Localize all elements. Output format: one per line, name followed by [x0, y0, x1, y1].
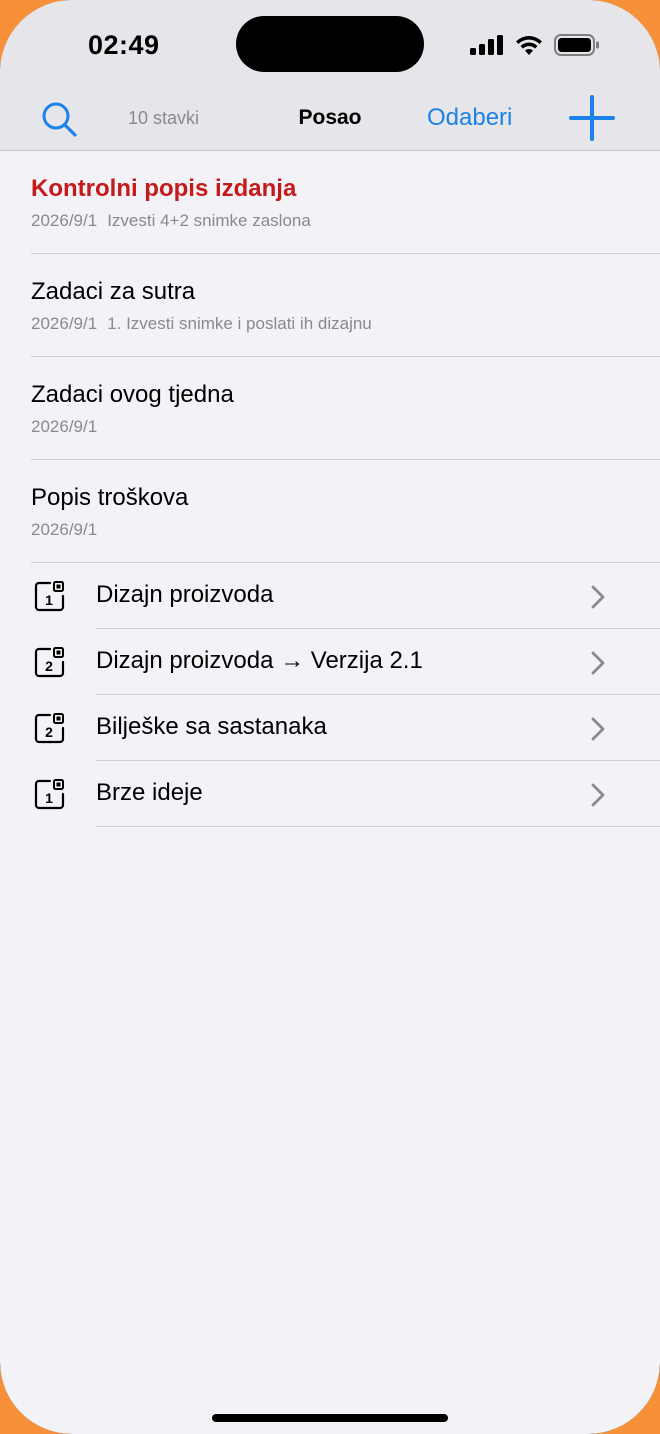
- chevron-right-icon: [591, 783, 605, 807]
- note-title: Zadaci za sutra: [31, 278, 196, 305]
- note-meta: 2026/9/1: [31, 417, 107, 437]
- note-list: Kontrolni popis izdanja 2026/9/1 Izvesti …: [0, 151, 660, 563]
- folder-item[interactable]: 2 Bilješke sa sastanaka: [0, 695, 660, 761]
- note-item[interactable]: Popis troškova 2026/9/1: [0, 460, 660, 563]
- note-item[interactable]: Kontrolni popis izdanja 2026/9/1 Izvesti …: [0, 151, 660, 254]
- status-bar: 02:49: [0, 0, 660, 90]
- note-date: 2026/9/1: [31, 211, 98, 230]
- note-date: 2026/9/1: [31, 520, 98, 539]
- folder-badge-icon: 2: [34, 647, 65, 678]
- app-screen: 02:49 10 stavki Posao Odaberi Kontrolni …: [0, 0, 660, 1434]
- wifi-icon: [516, 36, 542, 55]
- folder-item[interactable]: 1 Brze ideje: [0, 761, 660, 827]
- divider: [96, 826, 660, 827]
- folder-label: Bilješke sa sastanaka: [96, 713, 327, 740]
- note-date: 2026/9/1: [31, 417, 98, 436]
- phone-frame: 02:49 10 stavki Posao Odaberi Kontrolni …: [0, 0, 660, 1434]
- folder-badge-number: 2: [45, 724, 53, 740]
- note-item[interactable]: Zadaci za sutra 2026/9/1 1. Izvesti snimk…: [0, 254, 660, 357]
- folder-badge-number: 2: [45, 658, 53, 674]
- folder-badge-icon: 1: [34, 581, 65, 612]
- select-button[interactable]: Odaberi: [427, 104, 512, 132]
- cellular-signal-icon: [470, 35, 503, 55]
- home-indicator[interactable]: [212, 1414, 448, 1422]
- folder-label: Dizajn proizvoda: [96, 581, 274, 608]
- navigation-bar: 10 stavki Posao Odaberi: [0, 90, 660, 151]
- chevron-right-icon: [591, 717, 605, 741]
- folder-badge-icon: 2: [34, 713, 65, 744]
- folder-badge-number: 1: [45, 592, 53, 608]
- folder-list: 1 Dizajn proizvoda 2 Dizajn proizvoda → …: [0, 563, 660, 827]
- add-icon[interactable]: [568, 94, 616, 142]
- chevron-right-icon: [591, 651, 605, 675]
- note-meta: 2026/9/1: [31, 520, 107, 540]
- folder-label: Dizajn proizvoda → Verzija 2.1: [96, 647, 423, 674]
- battery-icon: [554, 34, 599, 56]
- note-item[interactable]: Zadaci ovog tjedna 2026/9/1: [0, 357, 660, 460]
- status-time: 02:49: [88, 30, 160, 60]
- item-count-label: 10 stavki: [128, 108, 200, 128]
- note-title: Zadaci ovog tjedna: [31, 381, 234, 408]
- chevron-right-icon: [591, 585, 605, 609]
- note-title: Kontrolni popis izdanja: [31, 175, 297, 202]
- folder-badge-icon: 1: [34, 779, 65, 810]
- page-title: Posao: [298, 106, 362, 129]
- note-meta: 2026/9/1 Izvesti 4+2 snimke zaslona: [31, 211, 311, 231]
- status-icons: [470, 34, 600, 56]
- folder-item[interactable]: 2 Dizajn proizvoda → Verzija 2.1: [0, 629, 660, 695]
- dynamic-island: [236, 16, 424, 72]
- folder-item[interactable]: 1 Dizajn proizvoda: [0, 563, 660, 629]
- search-icon[interactable]: [40, 100, 78, 138]
- note-date: 2026/9/1: [31, 314, 98, 333]
- folder-badge-number: 1: [45, 790, 53, 806]
- note-title: Popis troškova: [31, 484, 189, 511]
- note-meta: 2026/9/1 1. Izvesti snimke i poslati ih d…: [31, 314, 372, 334]
- note-preview: 1. Izvesti snimke i poslati ih dizajnu: [107, 314, 372, 333]
- folder-label: Brze ideje: [96, 779, 203, 806]
- note-preview: Izvesti 4+2 snimke zaslona: [107, 211, 311, 230]
